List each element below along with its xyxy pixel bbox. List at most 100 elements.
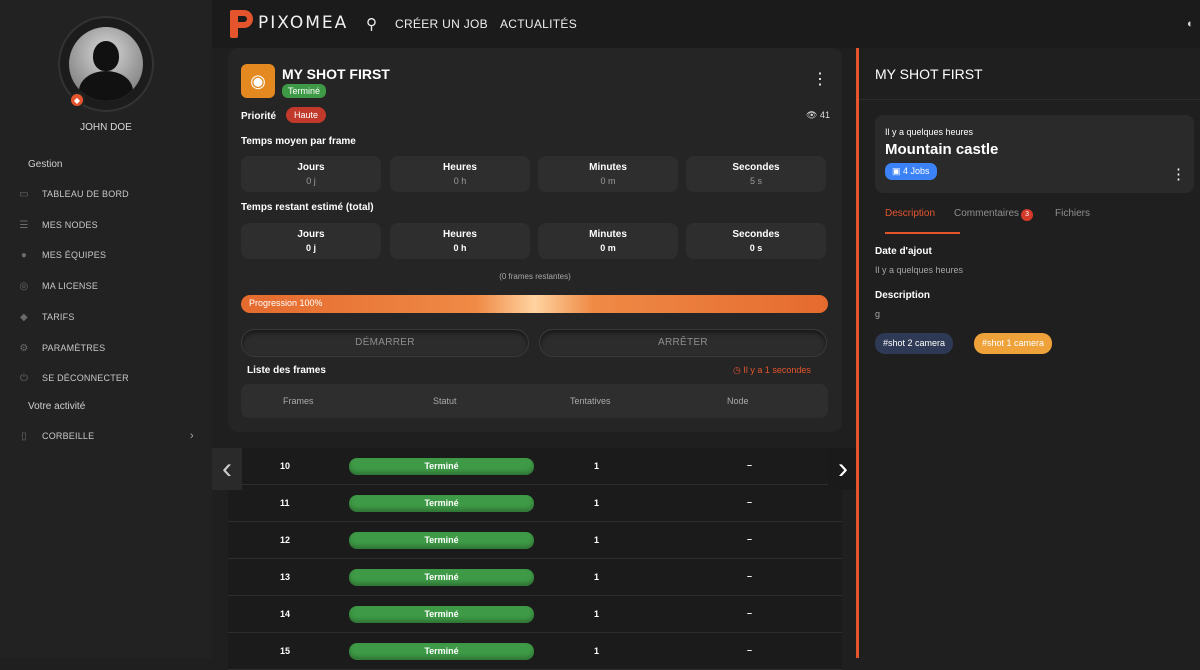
time-label: Minutes (589, 162, 627, 173)
priority-label: Priorité (241, 111, 277, 122)
table-row[interactable]: 13 Terminé 1 – (228, 559, 842, 596)
sidebar-section-activity: Votre activité (28, 401, 86, 412)
tab-comments-label: Commentaires (954, 208, 1020, 219)
remaining-time-title: Temps restant estimé (total) (241, 202, 374, 213)
active-tab-indicator (885, 232, 960, 234)
table-row[interactable]: 12 Terminé 1 – (228, 522, 842, 559)
eye-icon: 👁 (806, 110, 818, 120)
sidebar-item-label: MES NODES (42, 220, 98, 230)
avg-minutes: Minutes 0 m (538, 156, 678, 192)
chevron-right-icon[interactable]: › (190, 430, 194, 442)
users-icon: ● (20, 249, 28, 261)
column-header: Frames (283, 396, 314, 406)
details-panel: MY SHOT FIRST Il y a quelques heures Mou… (859, 48, 1200, 658)
frames-list-title: Liste des frames (247, 365, 326, 376)
table-row[interactable]: 14 Terminé 1 – (228, 596, 842, 633)
date-added-label: Date d'ajout (875, 246, 932, 257)
details-tabs: Description Commentaires 3 Fichiers (875, 208, 1195, 234)
sidebar-item-nodes[interactable]: ☰ MES NODES (18, 219, 98, 231)
time-value: 0 s (749, 243, 763, 253)
attempts: 1 (594, 572, 600, 582)
time-value: 0 h (453, 243, 467, 253)
node: – (747, 497, 753, 507)
tag-chip[interactable]: #shot 1 camera (974, 333, 1053, 354)
tab-comments[interactable]: Commentaires 3 (954, 208, 1034, 221)
sidebar-item-pricing[interactable]: ◆ TARIFS (18, 311, 75, 323)
previous-arrow-icon[interactable]: ‹ (212, 448, 242, 490)
remaining-minutes: Minutes 0 m (538, 223, 678, 259)
details-title: MY SHOT FIRST (875, 66, 983, 82)
status-pill: Terminé (349, 569, 534, 586)
gear-icon: ⚙ (19, 342, 29, 354)
sidebar-item-trash[interactable]: ▯ CORBEILLE (18, 430, 94, 442)
time-label: Heures (443, 229, 477, 240)
avg-seconds: Secondes 5 s (686, 156, 826, 192)
user-name: JOHN DOE (80, 122, 132, 133)
table-row[interactable]: 11 Terminé 1 – (228, 485, 842, 522)
remaining-days: Jours 0 j (241, 223, 381, 259)
search-icon[interactable]: ⚲ (366, 15, 377, 33)
attempts: 1 (594, 609, 600, 619)
sidebar-item-logout[interactable]: ⏻ SE DÉCONNECTER (18, 372, 129, 384)
frame-number: 10 (280, 461, 291, 471)
node: – (747, 460, 753, 470)
next-arrow-icon[interactable]: › (828, 448, 858, 490)
avg-hours: Heures 0 h (390, 156, 530, 192)
sidebar-item-license[interactable]: ◎ MA LICENSE (18, 280, 98, 292)
column-header: Node (727, 396, 749, 406)
start-button[interactable]: DÉMARRER (241, 329, 529, 357)
jobs-count-badge[interactable]: ▣ 4 Jobs (885, 163, 937, 180)
column-header: Tentatives (570, 396, 611, 406)
frame-number: 11 (280, 498, 290, 508)
job-title: MY SHOT FIRST (282, 66, 390, 82)
attempts: 1 (594, 461, 600, 471)
status-pill: Terminé (349, 458, 534, 475)
sidebar-item-settings[interactable]: ⚙ PARAMÈTRES (18, 342, 105, 354)
time-label: Secondes (732, 162, 780, 173)
time-value: 0 j (306, 176, 316, 186)
date-added-value: Il y a quelques heures (875, 265, 964, 275)
status-badge: Terminé (282, 84, 327, 98)
frames-remaining: (0 frames restantes) (499, 272, 571, 281)
sidebar: ◆ JOHN DOE Gestion ▭ TABLEAU DE BORD ☰ M… (0, 0, 212, 658)
nav-news[interactable]: ACTUALITÉS (500, 17, 577, 31)
frame-number: 14 (280, 609, 291, 619)
tab-files[interactable]: Fichiers (1055, 208, 1090, 219)
attempts: 1 (594, 646, 600, 656)
frames-table: 10 Terminé 1 – 11 Terminé 1 – 12 Terminé… (228, 448, 842, 670)
scene-name: Mountain castle (885, 141, 999, 158)
table-row[interactable]: 10 Terminé 1 – (228, 448, 842, 485)
frame-number: 15 (280, 646, 291, 656)
scene-card[interactable]: Il y a quelques heures Mountain castle ▣… (875, 115, 1194, 193)
jobs-count: 4 Jobs (903, 166, 930, 176)
logo-icon (230, 8, 253, 38)
sidebar-item-dashboard[interactable]: ▭ TABLEAU DE BORD (18, 188, 129, 200)
more-options-icon[interactable]: ⋮ (812, 72, 828, 88)
nav-create-job[interactable]: CRÉER UN JOB (395, 17, 488, 31)
time-label: Heures (443, 162, 477, 173)
node: – (747, 534, 753, 544)
stop-button[interactable]: ARRÊTER (539, 329, 827, 357)
sidebar-item-label: PARAMÈTRES (42, 343, 106, 353)
status-pill: Terminé (349, 495, 534, 512)
user-badge-icon: ◆ (69, 92, 85, 108)
tab-description[interactable]: Description (885, 208, 935, 219)
frames-table-header: Frames Statut Tentatives Node (241, 384, 828, 418)
globe-icon[interactable]: ◐ (1187, 18, 1194, 30)
tag-chip[interactable]: #shot 2 camera (875, 333, 954, 354)
time-value: 0 m (600, 243, 616, 253)
node: – (747, 645, 753, 655)
sidebar-item-teams[interactable]: ● MES ÉQUIPES (18, 249, 106, 261)
table-row[interactable]: 15 Terminé 1 – (228, 633, 842, 670)
views-count: 👁 41 (806, 110, 830, 121)
job-card: ◉ MY SHOT FIRST Terminé ⋮ Priorité Haute… (228, 48, 842, 432)
sidebar-item-label: MES ÉQUIPES (42, 250, 107, 260)
more-options-icon[interactable]: ⋮ (1171, 165, 1186, 183)
blender-icon: ◉ (241, 64, 275, 98)
remaining-hours: Heures 0 h (390, 223, 530, 259)
avg-time-title: Temps moyen par frame (241, 136, 356, 147)
trash-icon: ▯ (21, 430, 27, 442)
comments-count-badge: 3 (1021, 209, 1034, 221)
remaining-seconds: Secondes 0 s (686, 223, 826, 259)
brand-logo[interactable]: PIXOMEA (230, 8, 348, 38)
